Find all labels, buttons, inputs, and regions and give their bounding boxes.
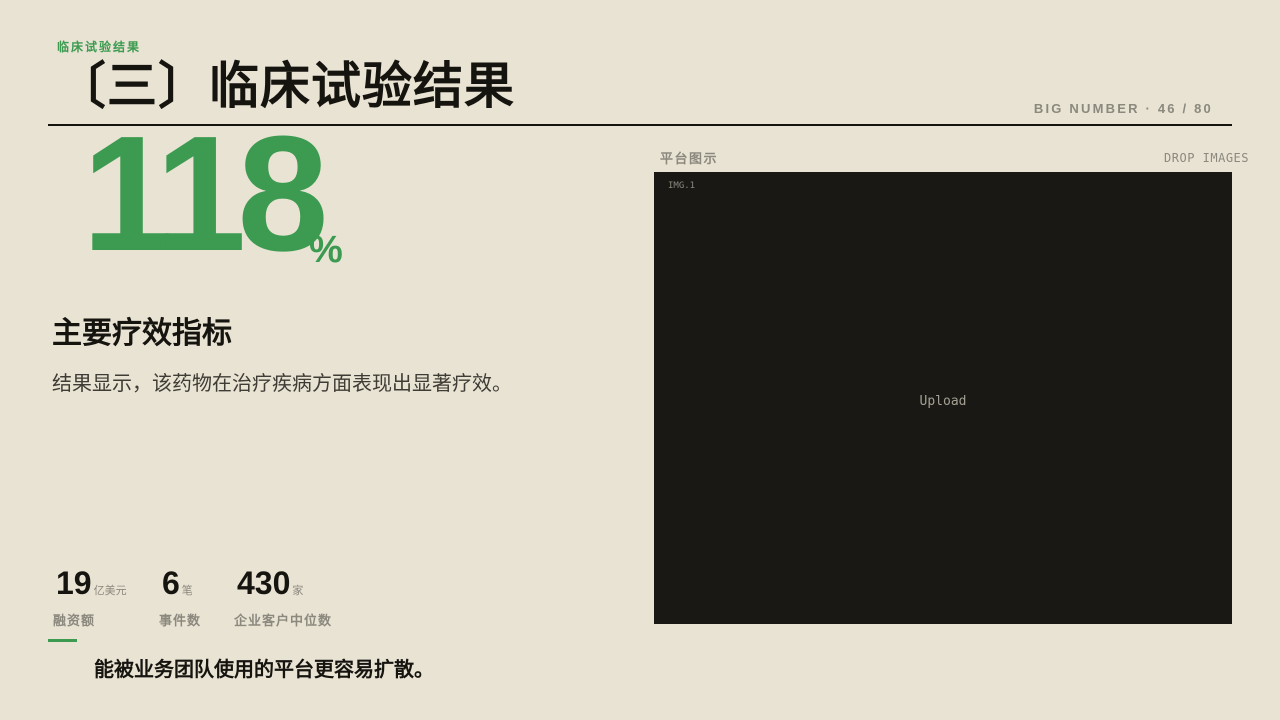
accent-bar: [48, 639, 77, 642]
stat-unit: 亿美元: [93, 584, 127, 597]
drop-images-hint: DROP IMAGES: [1164, 151, 1249, 165]
stat-unit: 笔: [181, 584, 193, 597]
page-counter: BIG NUMBER · 46 / 80: [1033, 101, 1213, 116]
stat-events: 6笔 事件数: [159, 563, 200, 629]
upload-button[interactable]: Upload: [654, 394, 1232, 409]
metric-description: 结果显示，该药物在治疗疾病方面表现出显著疗效。: [52, 371, 512, 395]
stat-unit: 家: [292, 584, 304, 597]
stat-funding: 19 亿美元 融资额: [53, 563, 127, 629]
eyebrow-label: 临床试验结果: [57, 40, 142, 54]
big-number-value: 118: [82, 102, 329, 285]
stat-label: 事件数: [159, 614, 202, 629]
stat-value: 19: [56, 565, 92, 601]
stat-customers: 430 家 企业客户中位数: [234, 563, 331, 629]
stat-value: 430: [237, 565, 291, 601]
stat-label: 融资额: [53, 614, 96, 629]
footnote: 能被业务团队使用的平台更容易扩散。: [94, 657, 434, 681]
stat-label: 企业客户中位数: [234, 614, 333, 629]
stat-value: 6: [162, 565, 180, 601]
panel-label: 平台图示: [660, 152, 719, 167]
image-drop-zone[interactable]: IMG.1 Upload: [654, 172, 1232, 624]
image-slot-tag: IMG.1: [668, 181, 696, 191]
metric-title: 主要疗效指标: [52, 316, 232, 351]
big-number-unit: %: [309, 229, 343, 271]
